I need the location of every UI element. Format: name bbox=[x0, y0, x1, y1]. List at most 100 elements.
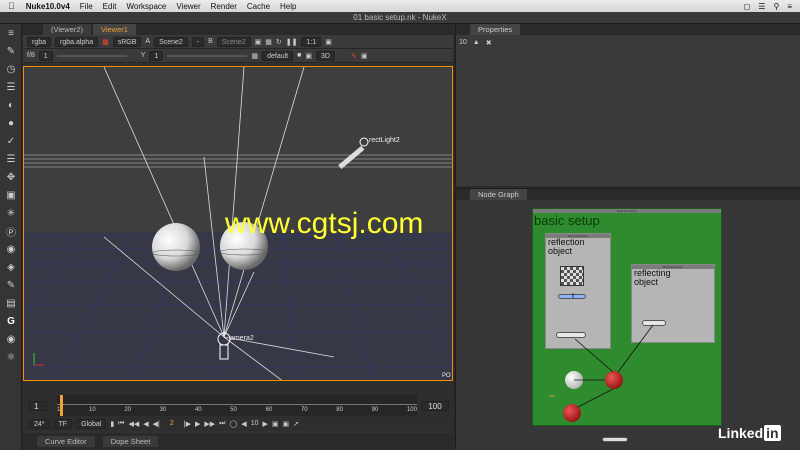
backdrop-reflecting-object[interactable]: BackdropNode reflecting object bbox=[631, 264, 715, 343]
backdrop-reflection-object[interactable]: BackdropNode reflection object bbox=[545, 233, 611, 349]
apple-icon[interactable]:  bbox=[0, 1, 21, 11]
colorspace-dropdown[interactable]: sRGB bbox=[112, 36, 142, 47]
merge-icon[interactable]: ☰ bbox=[0, 150, 22, 168]
wifi-icon[interactable]: ☰ bbox=[758, 2, 765, 11]
in-point-icon[interactable]: ▮ bbox=[110, 420, 114, 428]
camera-dropdown[interactable]: default bbox=[262, 50, 294, 61]
menu-app[interactable]: Nuke10.0v4 bbox=[21, 2, 75, 11]
tab-viewer2[interactable]: (Viewer2) bbox=[43, 24, 91, 35]
current-frame-field[interactable]: 2 bbox=[164, 420, 180, 427]
increment-field[interactable]: 10 bbox=[251, 420, 259, 427]
last-frame-icon[interactable]: ⏭ bbox=[219, 420, 225, 428]
time-icon[interactable]: ◷ bbox=[0, 60, 22, 78]
nodes-toolbar: ≡ ✎ ◷ ☰ ◐ ● ✓ ☰ ✥ ▣ ✳ Ⓟ ◉ ◈ ✎ ▤ G ◉ ⚛ bbox=[0, 24, 22, 450]
camera-icon[interactable]: ▣ bbox=[305, 52, 312, 60]
roi-icon[interactable]: ▣ bbox=[255, 38, 262, 46]
menu-file[interactable]: File bbox=[75, 2, 98, 11]
menu-render[interactable]: Render bbox=[206, 2, 242, 11]
menu-viewer[interactable]: Viewer bbox=[171, 2, 205, 11]
alpha-dropdown[interactable]: rgba.alpha bbox=[55, 36, 99, 47]
gain-slider[interactable] bbox=[56, 54, 127, 57]
refresh-icon[interactable]: ↻ bbox=[276, 38, 282, 46]
prev-key-icon[interactable]: ◀◀ bbox=[128, 420, 139, 428]
input-a-dropdown[interactable]: Scene2 bbox=[154, 36, 188, 47]
gain-field[interactable]: 1 bbox=[38, 50, 53, 61]
checker-node[interactable] bbox=[560, 266, 584, 286]
toolsets-icon[interactable]: ✎ bbox=[0, 276, 22, 294]
fps-dropdown[interactable]: 24* bbox=[29, 418, 50, 429]
viewer-node[interactable] bbox=[602, 437, 628, 442]
loop-icon[interactable]: ◯ bbox=[229, 420, 237, 428]
furnace-icon[interactable]: ◉ bbox=[0, 330, 22, 348]
menu-cache[interactable]: Cache bbox=[242, 2, 275, 11]
sphere-node-red-2[interactable] bbox=[563, 404, 581, 422]
keyer-icon[interactable]: ✓ bbox=[0, 132, 22, 150]
light-node[interactable] bbox=[556, 332, 586, 338]
tab-dope-sheet[interactable]: Dope Sheet bbox=[102, 436, 159, 447]
close-all-icon[interactable]: ✖ bbox=[486, 39, 492, 47]
playhead[interactable] bbox=[60, 395, 63, 417]
filter-icon[interactable]: ● bbox=[0, 114, 22, 132]
zoom-dropdown[interactable]: 1:1 bbox=[301, 36, 322, 47]
step-forward-icon[interactable]: |▶ bbox=[184, 420, 191, 428]
particles-icon[interactable]: ✳ bbox=[0, 204, 22, 222]
transform-icon[interactable]: ✥ bbox=[0, 168, 22, 186]
search-icon[interactable]: ⚲ bbox=[773, 2, 779, 11]
menu-workspace[interactable]: Workspace bbox=[121, 2, 171, 11]
channels-dropdown[interactable]: rgba bbox=[27, 36, 52, 47]
proxy-icon[interactable]: ▣ bbox=[325, 38, 332, 46]
other-icon[interactable]: ▤ bbox=[0, 294, 22, 312]
draw-icon[interactable]: ✎ bbox=[0, 42, 22, 60]
tf-dropdown[interactable]: TF bbox=[53, 418, 73, 429]
3d-icon[interactable]: ▣ bbox=[0, 186, 22, 204]
lut-icon[interactable]: ▦ bbox=[251, 52, 258, 60]
window-icon[interactable]: ◻ bbox=[744, 2, 751, 11]
metadata-icon[interactable]: ◈ bbox=[0, 258, 22, 276]
channel-icon[interactable]: ☰ bbox=[0, 78, 22, 96]
toolbar-menu-icon[interactable]: ≡ bbox=[0, 24, 22, 42]
gizmo-icon[interactable]: G bbox=[0, 312, 22, 330]
tab-node-graph[interactable]: Node Graph bbox=[470, 189, 527, 200]
decrement-icon[interactable]: ◀ bbox=[241, 420, 246, 428]
expand-icon[interactable]: ▣ bbox=[361, 52, 368, 60]
input-b-dropdown[interactable]: Scene2 bbox=[216, 36, 251, 47]
ocio-icon[interactable]: ⚛ bbox=[0, 348, 22, 366]
gamma-slider[interactable] bbox=[167, 54, 248, 57]
view-mode-dropdown[interactable]: 3D bbox=[315, 50, 335, 61]
sphere-node-red-1[interactable] bbox=[605, 371, 623, 389]
next-key-icon[interactable]: ▶▶ bbox=[204, 420, 215, 428]
tab-curve-editor[interactable]: Curve Editor bbox=[37, 436, 95, 447]
audio-icon[interactable]: ▣ bbox=[283, 420, 290, 428]
max-panels-field[interactable]: 10 bbox=[459, 39, 467, 47]
wipe-dropdown[interactable]: - bbox=[191, 36, 205, 47]
views-icon[interactable]: ◉ bbox=[0, 240, 22, 258]
increment-icon[interactable]: ▶ bbox=[262, 420, 267, 428]
pause-icon[interactable]: ❚❚ bbox=[286, 38, 298, 46]
pin-icon[interactable]: ▲ bbox=[473, 39, 480, 47]
light-node-2[interactable] bbox=[642, 320, 666, 326]
first-frame-icon[interactable]: ⏮ bbox=[118, 420, 124, 428]
tab-properties[interactable]: Properties bbox=[470, 24, 521, 35]
scope-dropdown[interactable]: Global bbox=[76, 418, 107, 429]
flipbook-icon[interactable]: ▣ bbox=[272, 420, 279, 428]
tab-viewer1[interactable]: Viewer1 bbox=[92, 24, 136, 35]
backdrop-basic-setup[interactable]: BackdropNode BackdropNode reflection obj… bbox=[532, 208, 722, 426]
deep-icon[interactable]: Ⓟ bbox=[0, 222, 22, 240]
sphere-node-white[interactable] bbox=[565, 371, 583, 389]
blue-node[interactable] bbox=[558, 294, 586, 299]
play-icon[interactable]: ▶ bbox=[195, 420, 200, 428]
export-icon[interactable]: ➚ bbox=[293, 420, 299, 428]
color-icon[interactable]: ◐ bbox=[0, 96, 22, 114]
end-frame-field[interactable]: 100 bbox=[421, 401, 449, 411]
timeline-ruler[interactable]: 1 10 20 30 40 50 60 70 80 90 100 bbox=[57, 395, 417, 417]
step-back-icon[interactable]: ◀| bbox=[153, 420, 160, 428]
region-icon[interactable]: ▦ bbox=[265, 38, 272, 46]
list-icon[interactable]: ≡ bbox=[787, 2, 792, 11]
paint-icon[interactable]: ✎ bbox=[351, 52, 357, 60]
menu-edit[interactable]: Edit bbox=[98, 2, 122, 11]
lock-icon[interactable]: ■ bbox=[297, 52, 301, 59]
start-frame-field[interactable]: 1 bbox=[29, 401, 47, 411]
play-back-icon[interactable]: ◀ bbox=[143, 420, 148, 428]
menu-help[interactable]: Help bbox=[275, 2, 301, 11]
gamma-field[interactable]: 1 bbox=[149, 50, 164, 61]
